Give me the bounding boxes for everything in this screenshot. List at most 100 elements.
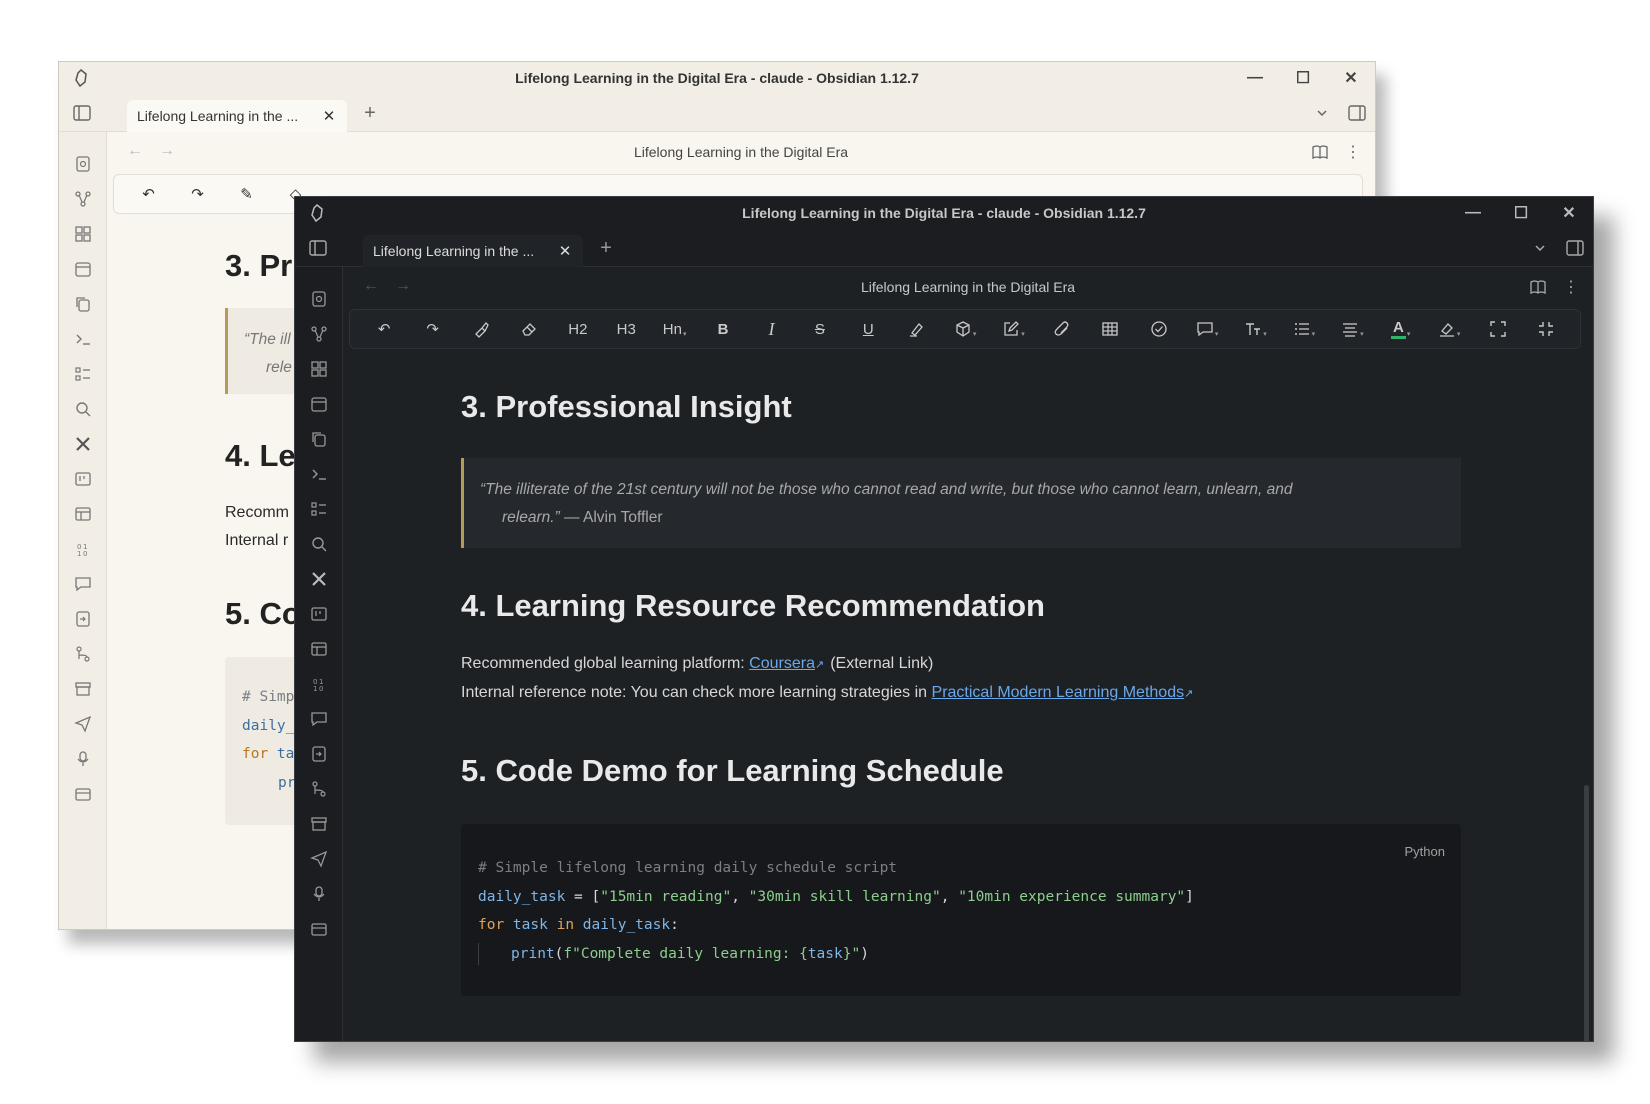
align-icon[interactable]: ▾ xyxy=(1328,313,1376,345)
undo-icon[interactable]: ↶ xyxy=(124,178,173,210)
sidebar-toggle-icon[interactable] xyxy=(307,237,329,259)
layout-icon[interactable] xyxy=(59,496,107,531)
book-icon[interactable] xyxy=(1311,143,1329,161)
cube-icon[interactable]: ▾ xyxy=(941,313,989,345)
microphone-icon[interactable] xyxy=(295,876,343,911)
window-titlebar[interactable]: Lifelong Learning in the Digital Era - c… xyxy=(295,197,1593,229)
add-list-icon[interactable] xyxy=(59,776,107,811)
checklist-icon[interactable] xyxy=(295,491,343,526)
fullscreen-icon[interactable] xyxy=(1473,313,1521,345)
undo-icon[interactable]: ↶ xyxy=(360,313,408,345)
note-title[interactable]: Lifelong Learning in the Digital Era xyxy=(861,279,1075,295)
minimize-button[interactable]: — xyxy=(1231,62,1279,94)
close-icon[interactable]: ✕ xyxy=(557,242,573,260)
text-size-icon[interactable]: ▾ xyxy=(1231,313,1279,345)
format-painter-icon[interactable] xyxy=(457,313,505,345)
redo-icon[interactable]: ↷ xyxy=(408,313,456,345)
file-search-icon[interactable] xyxy=(295,281,343,316)
table-icon[interactable] xyxy=(1086,313,1134,345)
plus-icon[interactable]: + xyxy=(595,237,617,259)
checklist-icon[interactable] xyxy=(59,356,107,391)
tab-note[interactable]: Lifelong Learning in the ... ✕ xyxy=(363,235,583,267)
plus-icon[interactable]: + xyxy=(359,102,381,124)
kanban-icon[interactable] xyxy=(295,596,343,631)
format-painter-icon[interactable]: ✎ xyxy=(222,178,271,210)
search-icon[interactable] xyxy=(295,526,343,561)
search-icon[interactable] xyxy=(59,391,107,426)
highlight-color-icon[interactable]: ▾ xyxy=(1425,313,1473,345)
heading-2-button[interactable]: H2 xyxy=(554,313,602,345)
close-window-button[interactable]: ✕ xyxy=(1327,62,1375,94)
copy-icon[interactable] xyxy=(59,286,107,321)
microphone-icon[interactable] xyxy=(59,741,107,776)
collapse-icon[interactable] xyxy=(1522,313,1570,345)
send-icon[interactable] xyxy=(59,706,107,741)
strikethrough-button[interactable]: S xyxy=(796,313,844,345)
chevron-down-icon[interactable] xyxy=(1315,106,1329,120)
back-arrow-icon[interactable]: ← xyxy=(127,142,143,160)
coursera-link[interactable]: Coursera xyxy=(749,655,815,672)
back-arrow-icon[interactable]: ← xyxy=(363,277,379,295)
heading-3-button[interactable]: H3 xyxy=(602,313,650,345)
file-search-icon[interactable] xyxy=(59,146,107,181)
internal-note-link[interactable]: Practical Modern Learning Methods xyxy=(932,684,1185,701)
sort-numbers-icon[interactable]: 0110 xyxy=(295,666,343,701)
git-branch-icon[interactable] xyxy=(59,636,107,671)
edit-icon[interactable]: ▾ xyxy=(989,313,1037,345)
right-sidebar-icon[interactable] xyxy=(1347,103,1367,123)
layout-icon[interactable] xyxy=(295,631,343,666)
code-language-label[interactable]: Python xyxy=(1405,838,1445,867)
more-vertical-icon[interactable]: ⋮ xyxy=(1345,142,1361,162)
redo-icon[interactable]: ↷ xyxy=(173,178,222,210)
sort-numbers-icon[interactable]: 0110 xyxy=(59,531,107,566)
import-icon[interactable] xyxy=(295,736,343,771)
forward-arrow-icon[interactable]: → xyxy=(395,277,411,295)
sidebar-toggle-icon[interactable] xyxy=(71,102,93,124)
underline-button[interactable]: U xyxy=(844,313,892,345)
check-circle-icon[interactable] xyxy=(1135,313,1183,345)
minimize-button[interactable]: — xyxy=(1449,197,1497,229)
heading-n-button[interactable]: Hn ▾ xyxy=(650,313,698,345)
window-titlebar[interactable]: Lifelong Learning in the Digital Era - c… xyxy=(59,62,1375,94)
close-icon[interactable]: ✕ xyxy=(321,107,337,125)
note-title[interactable]: Lifelong Learning in the Digital Era xyxy=(634,144,848,160)
terminal-icon[interactable] xyxy=(59,321,107,356)
grid-icon[interactable] xyxy=(59,216,107,251)
archive-icon[interactable] xyxy=(59,671,107,706)
add-list-icon[interactable] xyxy=(295,911,343,946)
graph-icon[interactable] xyxy=(295,316,343,351)
comment-icon[interactable] xyxy=(295,701,343,736)
list-icon[interactable]: ▾ xyxy=(1280,313,1328,345)
calendar-icon[interactable] xyxy=(59,251,107,286)
maximize-button[interactable]: ☐ xyxy=(1497,197,1545,229)
code-block[interactable]: Python # Simple lifelong learning daily … xyxy=(461,824,1461,996)
tools-icon[interactable] xyxy=(295,561,343,596)
tools-icon[interactable] xyxy=(59,426,107,461)
tab-note[interactable]: Lifelong Learning in the ... ✕ xyxy=(127,100,347,132)
paperclip-icon[interactable] xyxy=(1038,313,1086,345)
git-branch-icon[interactable] xyxy=(295,771,343,806)
maximize-button[interactable]: ☐ xyxy=(1279,62,1327,94)
grid-icon[interactable] xyxy=(295,351,343,386)
book-icon[interactable] xyxy=(1529,278,1547,296)
font-color-button[interactable]: A ▾ xyxy=(1377,313,1425,345)
copy-icon[interactable] xyxy=(295,421,343,456)
callout-icon[interactable]: ▾ xyxy=(1183,313,1231,345)
close-window-button[interactable]: ✕ xyxy=(1545,197,1593,229)
graph-icon[interactable] xyxy=(59,181,107,216)
right-sidebar-icon[interactable] xyxy=(1565,238,1585,258)
highlighter-icon[interactable] xyxy=(892,313,940,345)
chevron-down-icon[interactable] xyxy=(1533,241,1547,255)
comment-icon[interactable] xyxy=(59,566,107,601)
italic-button[interactable]: I xyxy=(747,313,795,345)
kanban-icon[interactable] xyxy=(59,461,107,496)
scrollbar[interactable] xyxy=(1584,785,1589,1041)
eraser-icon[interactable] xyxy=(505,313,553,345)
calendar-icon[interactable] xyxy=(295,386,343,421)
terminal-icon[interactable] xyxy=(295,456,343,491)
import-icon[interactable] xyxy=(59,601,107,636)
more-vertical-icon[interactable]: ⋮ xyxy=(1563,277,1579,297)
forward-arrow-icon[interactable]: → xyxy=(159,142,175,160)
archive-icon[interactable] xyxy=(295,806,343,841)
send-icon[interactable] xyxy=(295,841,343,876)
